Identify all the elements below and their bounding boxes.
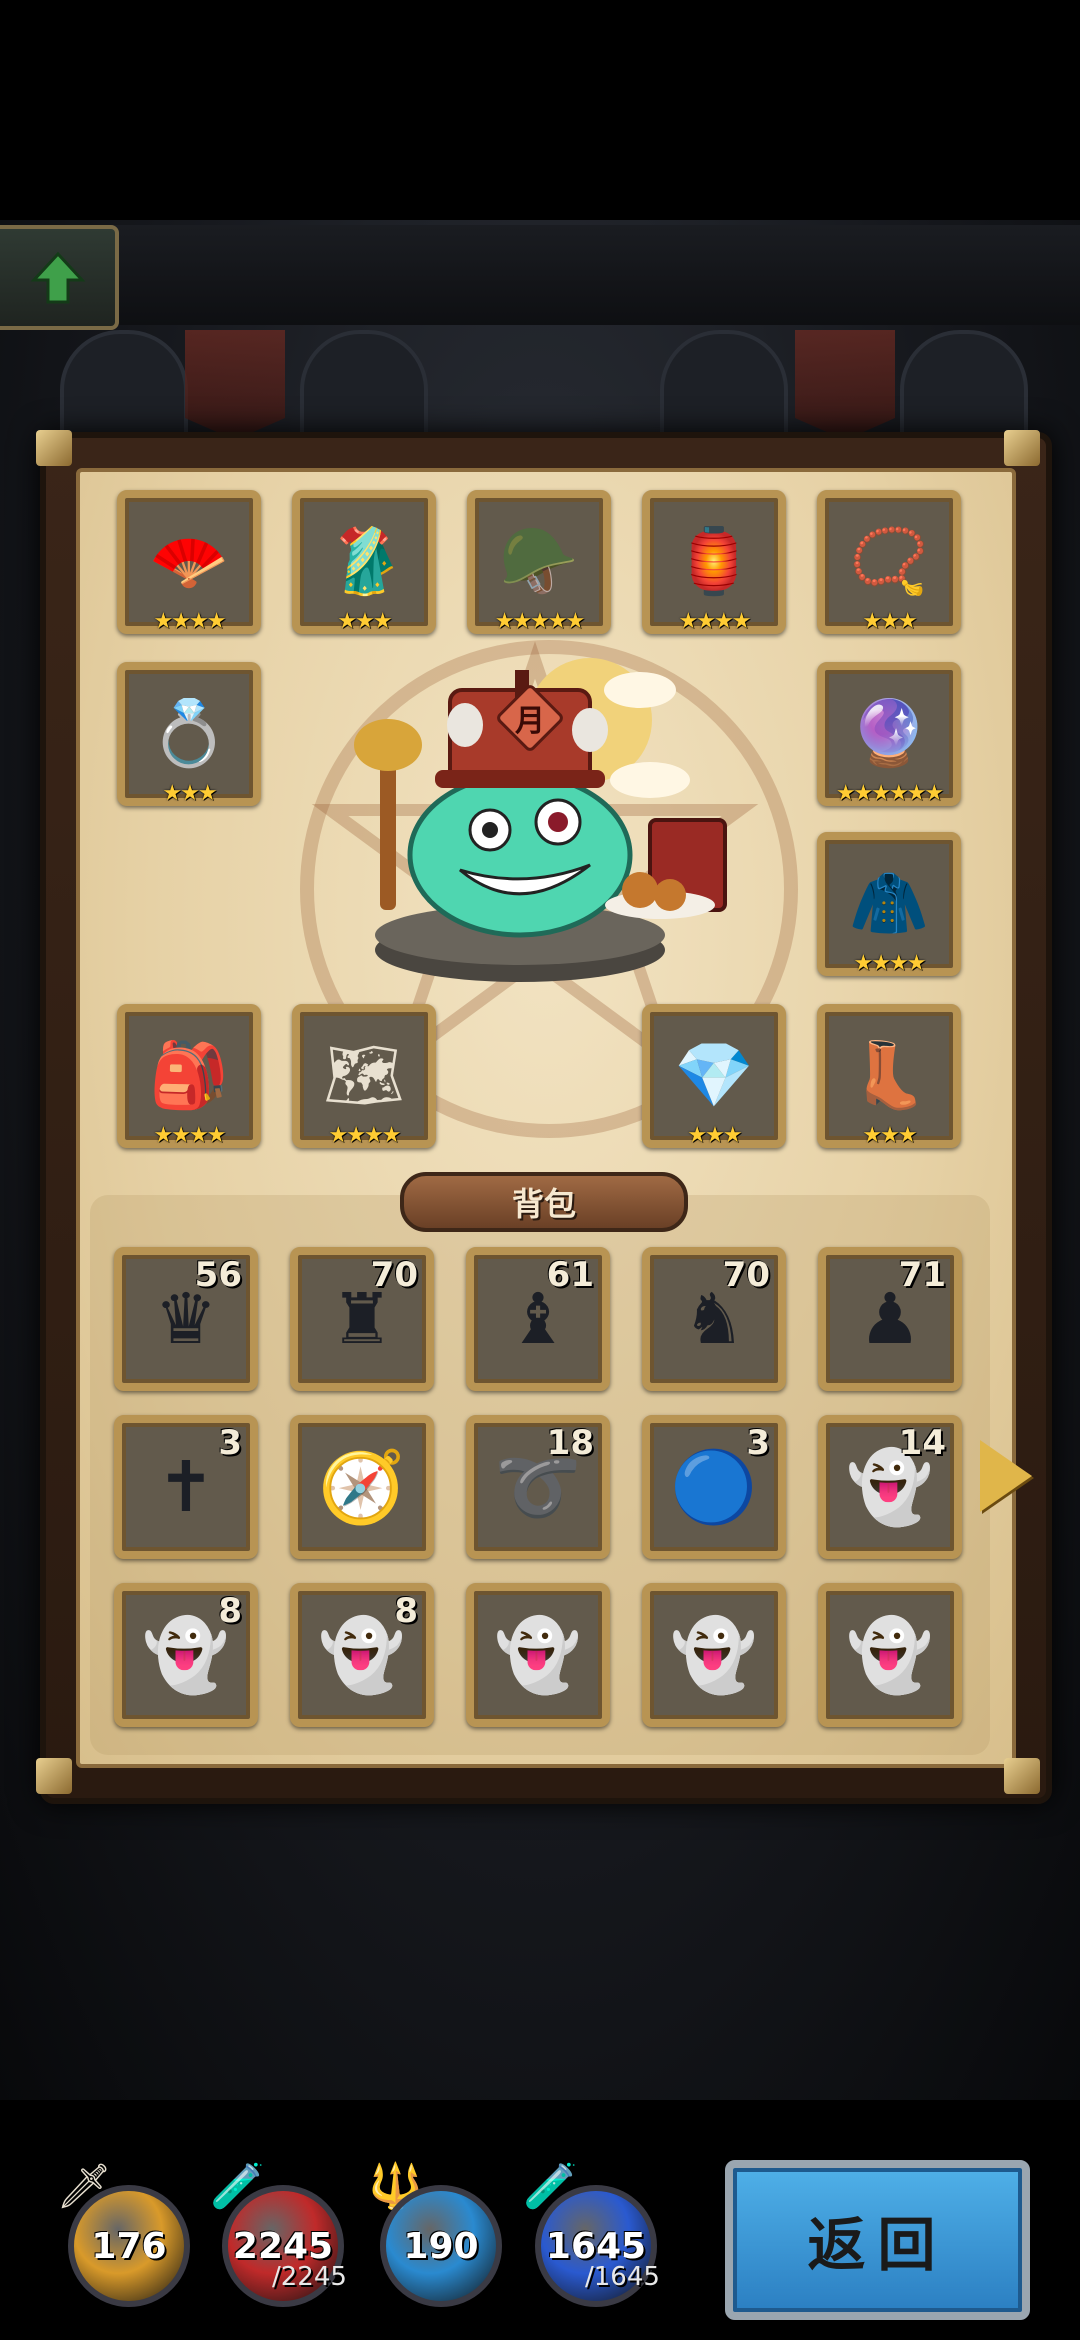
compass-icon: 🧭 [318,1446,406,1528]
item-count: 14 [898,1423,946,1463]
up-arrow-icon [30,251,85,303]
up-button[interactable] [0,225,119,330]
boots-icon: 👢 [849,1039,929,1113]
defense-stat: 190 [380,2185,502,2307]
backpack-item[interactable]: ♛ 56 [114,1247,258,1391]
equipment-slot-orb-glove[interactable]: 🔮 ★★★★★★ [817,662,961,806]
backpack-item[interactable]: 👻 [642,1583,786,1727]
equipment-slot-armor[interactable]: 🧥 ★★★★ [817,832,961,976]
equipment-slot-fan[interactable]: 🪭 ★★★★ [117,490,261,634]
item-count: 8 [394,1591,418,1631]
star-rating: ★★★★★★ [835,781,944,806]
equipment-slot-necklace[interactable]: 📿 ★★★ [817,490,961,634]
hp-max: /2245 [272,2262,347,2292]
equipment-slot-lantern[interactable]: 🏮 ★★★★ [642,490,786,634]
ghost-icon: 👻 [494,1614,582,1696]
mp-max: /1645 [585,2262,660,2292]
item-count: 70 [370,1255,418,1295]
backpack-item[interactable]: ♞ 70 [642,1247,786,1391]
star-rating: ★★★★ [328,1123,402,1148]
equipment-slot-map[interactable]: 🗺 ★★★★ [292,1004,436,1148]
ghost-icon: 👻 [670,1614,758,1696]
equipment-slot-crystal[interactable]: 💎 ★★★ [642,1004,786,1148]
equipment-slot-ring[interactable]: 💍 ★★★ [117,662,261,806]
background-banner [185,330,285,440]
star-rating: ★★★★ [678,609,752,634]
item-count: 61 [546,1255,594,1295]
star-rating: ★★★ [162,781,217,806]
orb-glove-icon: 🔮 [849,697,929,771]
necklace-icon: 📿 [849,525,929,599]
purple-lantern-icon: 🏮 [674,525,754,599]
item-count: 71 [898,1255,946,1295]
next-page-arrow-icon[interactable] [980,1440,1032,1512]
ghost-icon: 👻 [846,1614,934,1696]
equipment-slot-robe[interactable]: 🥻 ★★★ [292,490,436,634]
item-count: 3 [746,1423,770,1463]
backpack-item[interactable]: 👻 [818,1583,962,1727]
backpack-item[interactable]: ♜ 70 [290,1247,434,1391]
panel-corner [1004,430,1040,466]
star-rating: ★★★ [862,609,917,634]
panel-corner [1004,1758,1040,1794]
red-robe-icon: 🥻 [324,525,404,599]
backpack-item[interactable]: ♝ 61 [466,1247,610,1391]
background-banner [795,330,895,440]
backpack-item[interactable]: 🧭 [290,1415,434,1559]
hat-text: 月 [515,704,545,739]
backpack-item[interactable]: ➰ 18 [466,1415,610,1559]
backpack-item[interactable]: 👻 8 [290,1583,434,1727]
folding-fan-icon: 🪭 [149,525,229,599]
item-count: 18 [546,1423,594,1463]
backpack-item[interactable]: 👻 14 [818,1415,962,1559]
item-count: 70 [722,1255,770,1295]
star-rating: ★★★ [687,1123,742,1148]
ghost-icon: 👻 [142,1614,230,1696]
cross-icon: ✝ [156,1446,216,1528]
star-rating: ★★★★ [853,951,927,976]
star-rating: ★★★★ [153,609,227,634]
ghost-icon: 👻 [318,1614,406,1696]
attack-stat: 176 [68,2185,190,2307]
equipment-slot-boots[interactable]: 👢 ★★★ [817,1004,961,1148]
backpack-item[interactable]: 👻 8 [114,1583,258,1727]
crystal-icon: 💎 [674,1039,754,1113]
blue-orb-icon: 🔵 [670,1446,758,1528]
dark-helmet-icon: 🪖 [499,525,579,599]
map-tile-icon: 🗺 [323,1039,405,1113]
item-count: 56 [194,1255,242,1295]
backpack-item[interactable]: 🔵 3 [642,1415,786,1559]
star-rating: ★★★★ [153,1123,227,1148]
return-button[interactable]: 返回 [725,2160,1030,2320]
panel-corner [36,1758,72,1794]
gold-ring-icon: 💍 [149,697,229,771]
panel-corner [36,430,72,466]
backpack-icon: 🎒 [149,1039,229,1113]
equipment-slot-bag[interactable]: 🎒 ★★★★ [117,1004,261,1148]
top-bar [0,225,1080,325]
star-rating: ★★★ [862,1123,917,1148]
item-count: 8 [218,1591,242,1631]
backpack-item[interactable]: 👻 [466,1583,610,1727]
equipment-slot-chess-helmet[interactable]: 🪖 ★★★★★ [467,490,611,634]
backpack-title: 背包 [400,1172,688,1232]
star-rating: ★★★ [337,609,392,634]
armor-icon: 🧥 [849,867,929,941]
backpack-item[interactable]: ✝ 3 [114,1415,258,1559]
item-count: 3 [218,1423,242,1463]
backpack-item[interactable]: ♟ 71 [818,1247,962,1391]
star-rating: ★★★★★ [494,609,586,634]
